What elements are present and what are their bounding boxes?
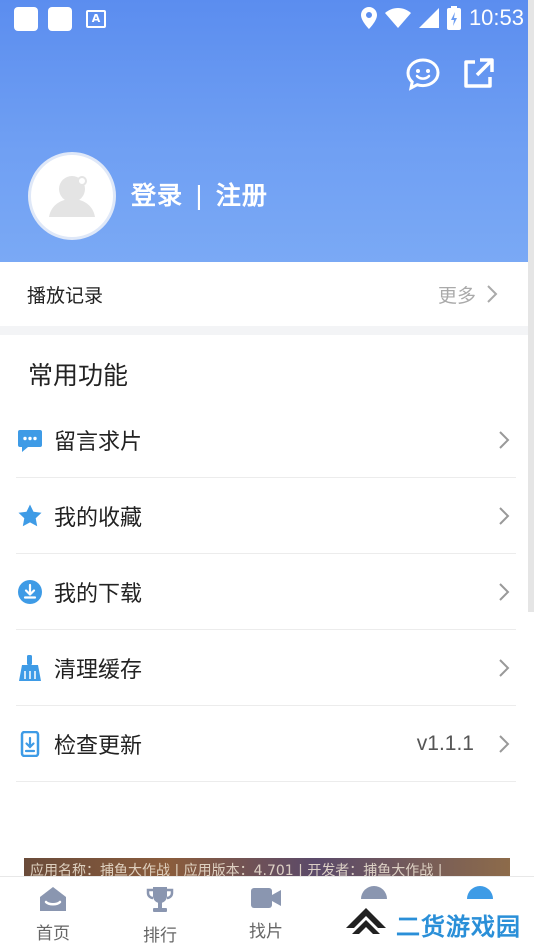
menu-item-favorites[interactable]: 我的收藏 [16, 478, 516, 554]
watermark: 二货游戏园 [344, 906, 521, 942]
status-bar: A 10:53 [0, 0, 534, 36]
signal-icon [418, 8, 439, 28]
menu-label: 我的下载 [54, 581, 143, 607]
separator: | [194, 181, 205, 210]
more-link[interactable]: 更多 [438, 281, 504, 308]
watermark-logo-icon [346, 908, 386, 934]
clock: 10:53 [468, 5, 524, 30]
chat-smile-icon[interactable] [405, 56, 441, 92]
login-link[interactable]: 登录 [131, 181, 183, 210]
tab-home[interactable]: 首页 [13, 885, 93, 944]
share-external-icon[interactable] [460, 56, 496, 92]
avatar[interactable] [28, 152, 116, 240]
tab-label: 找片 [249, 922, 283, 942]
chevron-right-icon [499, 658, 510, 677]
video-camera-icon [251, 888, 281, 908]
ad-banner-text: 应用名称：捕鱼大作战 | 应用版本：4.701 | 开发者：捕鱼大作战 | [30, 863, 443, 878]
wifi-icon [384, 8, 411, 28]
message-icon [16, 426, 44, 454]
menu-item-check-update[interactable]: 检查更新 v1.1.1 [16, 706, 516, 782]
chevron-right-icon [499, 734, 510, 753]
profile-header: A 10:53 登录 | 注册 [0, 0, 534, 262]
chevron-right-icon [487, 285, 498, 303]
chevron-right-icon [499, 582, 510, 601]
home-icon [40, 887, 66, 911]
tab-find-movie[interactable]: 找片 [226, 885, 306, 942]
notification-icon [48, 7, 72, 31]
tab-ranking[interactable]: 排行 [120, 885, 200, 946]
section-title: 常用功能 [28, 361, 129, 390]
battery-icon [446, 6, 461, 30]
scrollbar[interactable] [528, 0, 534, 612]
divider [0, 326, 534, 335]
profile-tab-icon [467, 886, 493, 899]
tab-label: 首页 [36, 924, 70, 944]
menu-item-clear-cache[interactable]: 清理缓存 [16, 630, 516, 706]
trophy-icon [146, 887, 174, 912]
play-history-title: 播放记录 [27, 284, 104, 307]
menu-item-downloads[interactable]: 我的下载 [16, 554, 516, 630]
chevron-right-icon [499, 430, 510, 449]
menu-item-request-movie[interactable]: 留言求片 [16, 402, 516, 478]
location-icon [360, 7, 377, 29]
user-placeholder-icon [49, 176, 95, 217]
play-history-row[interactable]: 播放记录 更多 [0, 262, 534, 326]
menu-label: 检查更新 [54, 733, 143, 759]
tab-profile[interactable] [440, 885, 520, 899]
ad-banner[interactable]: 应用名称：捕鱼大作战 | 应用版本：4.701 | 开发者：捕鱼大作战 | [24, 858, 510, 878]
app-notification-icon: A [86, 10, 106, 28]
tab-discover[interactable] [334, 885, 414, 899]
download-icon [16, 578, 44, 606]
more-label: 更多 [437, 284, 476, 307]
menu-label: 清理缓存 [54, 657, 143, 683]
discover-icon [361, 886, 387, 899]
register-link[interactable]: 注册 [216, 181, 268, 210]
chevron-right-icon [499, 506, 510, 525]
login-register-link[interactable]: 登录 | 注册 [131, 176, 268, 212]
update-icon [16, 730, 44, 758]
version-value: v1.1.1 [416, 731, 474, 755]
menu-label: 留言求片 [54, 429, 143, 455]
broom-icon [16, 654, 44, 682]
watermark-text: 二货游戏园 [396, 912, 521, 941]
menu-label: 我的收藏 [54, 505, 143, 531]
notification-icon [14, 7, 38, 31]
star-icon [16, 502, 44, 530]
tab-label: 排行 [143, 926, 177, 946]
